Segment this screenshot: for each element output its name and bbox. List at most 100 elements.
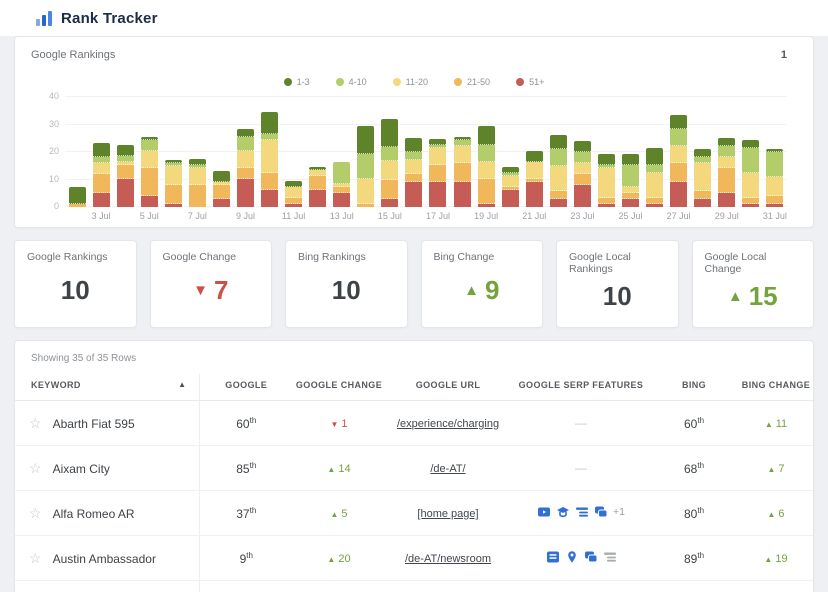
bar-segment-1-3 (405, 138, 422, 152)
bar-segment-4-10 (670, 129, 687, 146)
favorite-star-icon[interactable]: ☆ (29, 415, 42, 431)
column-header-google[interactable]: Google (199, 374, 293, 401)
stacked-bar-13-Jul[interactable] (333, 162, 350, 207)
stacked-bar-25-Jul[interactable] (622, 154, 639, 207)
google-url-link[interactable]: /de-AT/ (430, 463, 465, 475)
favorite-star-icon[interactable]: ☆ (29, 550, 42, 566)
chart-title: Google Rankings (31, 49, 115, 61)
metric-card-label: Bing Change (434, 251, 531, 263)
no-serp-features-dash: — (575, 416, 587, 430)
stacked-bar-11-Jul[interactable] (285, 181, 302, 207)
metric-card-google-rankings[interactable]: Google Rankings10 (14, 240, 137, 328)
stacked-bar-26-Jul[interactable] (646, 148, 663, 207)
bar-segment-4-10 (357, 154, 374, 179)
stacked-bar-28-Jul[interactable] (694, 149, 711, 207)
stacked-bar-5-Jul[interactable] (141, 137, 158, 207)
legend-item-51+[interactable]: 51+ (516, 75, 544, 89)
serp-features-cell: — (511, 401, 651, 446)
featured-snippet-icon[interactable] (575, 505, 589, 519)
google-url-link[interactable]: /experience/charging (397, 418, 499, 430)
column-header-google-serp-features[interactable]: Google SERP Features (511, 374, 651, 401)
bar-segment-11-20 (502, 176, 519, 187)
stacked-bar-10-Jul[interactable] (261, 112, 278, 207)
stacked-bar-29-Jul[interactable] (718, 138, 735, 207)
stacked-bar-8-Jul[interactable] (213, 171, 230, 207)
related-questions-icon[interactable] (594, 505, 608, 519)
stacked-bar-16-Jul[interactable] (405, 138, 422, 207)
column-header-google-change[interactable]: Google Change (293, 374, 385, 401)
bar-segment-1-3 (574, 141, 591, 152)
stacked-bar-23-Jul[interactable] (574, 141, 591, 207)
stacked-bar-31-Jul[interactable] (766, 149, 783, 207)
stacked-bar-7-Jul[interactable] (189, 159, 206, 207)
knowledge-graph-icon[interactable] (556, 505, 570, 519)
bar-segment-21-50 (309, 176, 326, 190)
local-pack-icon[interactable] (565, 550, 579, 564)
bar-segment-51+ (742, 204, 759, 207)
bar-segment-4-10 (742, 148, 759, 173)
bar-segment-51+ (141, 196, 158, 207)
stacked-bar-14-Jul[interactable] (357, 126, 374, 207)
favorite-star-icon[interactable]: ☆ (29, 505, 42, 521)
column-header-keyword[interactable]: Keyword ▲ (15, 374, 199, 401)
legend-dot-icon (284, 78, 292, 86)
stacked-bar-20-Jul[interactable] (502, 167, 519, 207)
stacked-bar-24-Jul[interactable] (598, 154, 615, 207)
x-axis-tick-label: 31 Jul (763, 211, 787, 221)
x-axis-tick-label (161, 211, 185, 221)
metric-card-bing-rankings[interactable]: Bing Rankings10 (285, 240, 408, 328)
arrow-up-icon: ▲ (464, 283, 479, 298)
bar-slot-9-Jul (233, 129, 257, 207)
bar-segment-11-20 (526, 162, 543, 179)
related-questions-icon[interactable] (584, 550, 598, 564)
stacked-bar-18-Jul[interactable] (454, 137, 471, 207)
bing-rank-cell: 89th (651, 536, 737, 581)
stacked-bar-12-Jul[interactable] (309, 167, 326, 207)
bing-change-cell: ▲19 (737, 536, 814, 581)
stacked-bar-21-Jul[interactable] (526, 151, 543, 207)
stacked-bar-3-Jul[interactable] (93, 143, 110, 207)
stacked-bar-30-Jul[interactable] (742, 140, 759, 207)
google-url-link[interactable]: [home page] (417, 508, 478, 520)
serp-features-more-count[interactable]: +1 (613, 506, 625, 518)
site-links-icon[interactable] (546, 550, 560, 564)
legend-item-21-50[interactable]: 21-50 (454, 75, 490, 89)
stacked-bar-22-Jul[interactable] (550, 135, 567, 207)
bar-segment-11-20 (381, 161, 398, 180)
legend-item-1-3[interactable]: 1-3 (284, 75, 310, 89)
metric-card-google-change[interactable]: Google Change▼7 (150, 240, 273, 328)
metric-card-google-local-change[interactable]: Google Local Change▲15 (692, 240, 815, 328)
table-row: ☆Aixam City85th▲14/de-AT/—68th▲7 (15, 446, 814, 491)
favorite-star-icon[interactable]: ☆ (29, 460, 42, 476)
bar-segment-11-20 (93, 163, 110, 174)
stacked-bar-4-Jul[interactable] (117, 145, 134, 207)
stacked-bar-2-Jul[interactable] (69, 187, 86, 207)
legend-label: 4-10 (349, 77, 367, 87)
bar-segment-51+ (93, 193, 110, 207)
column-header-bing[interactable]: Bing (651, 374, 737, 401)
keyword-cell: ☆Aixam City (15, 446, 199, 491)
bar-segment-1-3 (261, 112, 278, 134)
metric-card-value: ▼7 (163, 263, 260, 317)
stacked-bar-27-Jul[interactable] (670, 115, 687, 207)
bar-segment-51+ (261, 190, 278, 207)
bar-segment-51+ (237, 179, 254, 207)
column-header-google-url[interactable]: Google URL (385, 374, 511, 401)
column-header-bing-change[interactable]: Bing Change (737, 374, 814, 401)
bar-segment-51+ (405, 182, 422, 207)
google-url-link[interactable]: /de-AT/newsroom (405, 553, 491, 565)
stacked-bar-9-Jul[interactable] (237, 129, 254, 207)
stacked-bar-15-Jul[interactable] (381, 119, 398, 207)
stacked-bar-17-Jul[interactable] (429, 139, 446, 207)
bar-slot-29-Jul (715, 138, 739, 207)
legend-item-4-10[interactable]: 4-10 (336, 75, 367, 89)
metric-card-bing-change[interactable]: Bing Change▲9 (421, 240, 544, 328)
video-carousel-icon[interactable] (537, 505, 551, 519)
legend-item-11-20[interactable]: 11-20 (393, 75, 428, 89)
chart-page-indicator[interactable]: 1 (781, 49, 797, 61)
stacked-bar-6-Jul[interactable] (165, 160, 182, 207)
stacked-bar-19-Jul[interactable] (478, 126, 495, 207)
featured-snippet-icon[interactable] (603, 550, 617, 564)
bar-segment-51+ (598, 204, 615, 207)
metric-card-google-local-rankings[interactable]: Google Local Rankings10 (556, 240, 679, 328)
